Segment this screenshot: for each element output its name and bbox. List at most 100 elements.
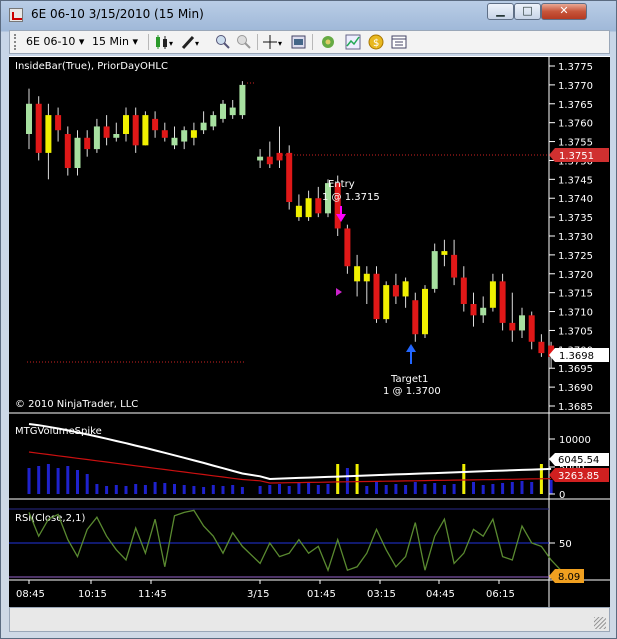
candle bbox=[286, 145, 293, 210]
crosshair-icon[interactable]: ▾ bbox=[262, 34, 286, 50]
draw-pencil-icon[interactable]: ▾ bbox=[181, 34, 203, 50]
zoom-in-icon[interactable] bbox=[215, 34, 231, 50]
volume-bar bbox=[192, 486, 196, 494]
candle bbox=[422, 285, 428, 338]
candlestick-series bbox=[26, 81, 555, 369]
price-panel-label: InsideBar(True), PriorDayOHLC bbox=[15, 61, 168, 72]
close-button[interactable]: ✕ bbox=[541, 3, 587, 20]
volume-bar bbox=[114, 485, 118, 494]
time-axis: 08:45 10:15 11:45 3/15 01:45 03:15 04:45 06:15 bbox=[16, 580, 515, 600]
volume-bar bbox=[530, 482, 534, 494]
candle bbox=[74, 130, 81, 176]
minimize-button[interactable]: ▁ bbox=[487, 3, 514, 20]
volume-bar bbox=[211, 485, 215, 494]
volume-bar bbox=[316, 485, 320, 494]
volume-bar bbox=[433, 483, 437, 494]
volume-average-white-line bbox=[28, 423, 552, 481]
volume-bar bbox=[66, 466, 70, 494]
candle bbox=[344, 224, 351, 274]
interval-selector[interactable]: 15 Min ▾ bbox=[92, 34, 138, 50]
candle bbox=[383, 281, 390, 323]
volume-bar bbox=[46, 464, 50, 494]
maximize-button[interactable]: □ bbox=[514, 3, 541, 20]
candle bbox=[451, 239, 458, 286]
volume-bar bbox=[37, 466, 41, 494]
candle bbox=[509, 292, 516, 342]
target-detail: 1 @ 1.3700 bbox=[383, 386, 441, 397]
candle bbox=[64, 126, 71, 176]
volume-bar bbox=[423, 484, 427, 494]
chart-area[interactable]: InsideBar(True), PriorDayOHLC © 2010 Nin… bbox=[9, 56, 610, 607]
price-tick-label: 1.3720 bbox=[558, 270, 593, 281]
candle bbox=[276, 126, 283, 168]
price-tick-label: 1.3710 bbox=[558, 308, 593, 319]
title-bar[interactable]: 6E 06-10 3/15/2010 (15 Min) ▁ □ ✕ bbox=[1, 1, 616, 29]
price-tick-label: 1.3705 bbox=[558, 326, 593, 337]
svg-text:6045.54: 6045.54 bbox=[558, 455, 599, 466]
svg-text:▾: ▾ bbox=[169, 39, 173, 48]
candle bbox=[519, 307, 525, 338]
properties-icon[interactable] bbox=[291, 34, 307, 50]
candle bbox=[55, 107, 62, 142]
candle bbox=[489, 273, 496, 312]
market-analyzer-icon[interactable]: $ bbox=[368, 34, 384, 50]
zoom-out-icon[interactable] bbox=[236, 34, 252, 50]
toolbar-grip[interactable] bbox=[14, 34, 22, 50]
svg-text:1.3751: 1.3751 bbox=[559, 151, 594, 162]
candle bbox=[161, 122, 168, 142]
candle bbox=[132, 107, 139, 153]
svg-text:$: $ bbox=[373, 38, 379, 49]
indicators-icon[interactable] bbox=[345, 34, 361, 50]
candle bbox=[152, 111, 159, 138]
svg-text:▾: ▾ bbox=[195, 39, 199, 48]
candle bbox=[363, 266, 370, 304]
volume-bar bbox=[134, 484, 138, 494]
volume-bar bbox=[76, 470, 79, 494]
volume-bar bbox=[481, 485, 485, 494]
resize-grip[interactable] bbox=[594, 617, 606, 629]
candle bbox=[181, 126, 188, 150]
status-bar bbox=[9, 607, 610, 632]
volume-bar bbox=[202, 487, 206, 494]
candle bbox=[480, 296, 487, 323]
ninjatrader-app-icon[interactable] bbox=[9, 8, 23, 22]
candle bbox=[460, 266, 467, 312]
candle bbox=[142, 111, 149, 146]
volume-bar bbox=[520, 481, 524, 494]
volume-spike-bar bbox=[336, 464, 340, 494]
price-tick-label: 1.3745 bbox=[558, 175, 593, 186]
volume-bar bbox=[95, 484, 99, 494]
price-tick-label: 1.3695 bbox=[558, 364, 593, 375]
candle bbox=[113, 122, 120, 142]
volume-value-white-marker: 6045.54 bbox=[549, 453, 609, 466]
candle bbox=[412, 292, 419, 342]
bar-type-icon[interactable]: ▾ bbox=[154, 34, 176, 50]
volume-bar bbox=[287, 486, 291, 494]
price-tick-label: 1.3740 bbox=[558, 194, 593, 205]
candle bbox=[190, 122, 197, 146]
candle bbox=[26, 88, 32, 150]
volume-bar bbox=[472, 482, 475, 494]
candle bbox=[528, 311, 535, 350]
volume-spike-bar bbox=[462, 464, 466, 494]
strategy-icon[interactable] bbox=[320, 34, 336, 50]
volume-bar bbox=[491, 484, 495, 494]
candle bbox=[538, 334, 545, 357]
candle bbox=[220, 100, 226, 123]
svg-text:3263.85: 3263.85 bbox=[558, 471, 599, 482]
data-box-icon[interactable] bbox=[391, 34, 407, 50]
rsi-line bbox=[28, 509, 571, 573]
volume-bar bbox=[307, 482, 311, 494]
candle bbox=[171, 126, 178, 150]
instrument-selector[interactable]: 6E 06-10 ▾ bbox=[26, 34, 84, 50]
price-tick-label: 1.3735 bbox=[558, 213, 593, 224]
volume-bar bbox=[105, 486, 109, 494]
chart-window: 6E 06-10 3/15/2010 (15 Min) ▁ □ ✕ 6E 06-… bbox=[0, 0, 617, 639]
candle bbox=[354, 254, 361, 297]
volume-bar bbox=[56, 468, 60, 494]
candle bbox=[305, 190, 312, 221]
candle bbox=[402, 277, 409, 308]
time-tick-label: 08:45 bbox=[16, 589, 45, 600]
volume-bar bbox=[163, 483, 167, 494]
volume-value-red-marker: 3263.85 bbox=[549, 468, 609, 482]
